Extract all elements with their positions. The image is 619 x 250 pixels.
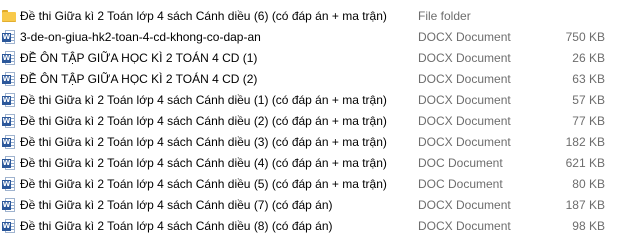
file-name: Đề thi Giữa kì 2 Toán lớp 4 sách Cánh di… [20,9,387,23]
file-size: 182 KB [565,135,605,149]
word-document-icon: W [2,30,16,45]
word-document-icon: W [2,198,16,213]
file-row[interactable]: W ĐỀ ÔN TẬP GIỮA HỌC KÌ 2 TOÁN 4 CD (1) DO… [0,48,619,69]
folder-icon [2,9,16,24]
word-document-icon: W [2,51,16,66]
word-badge: W [2,75,11,84]
word-badge: W [2,138,11,147]
file-row[interactable]: Đề thi Giữa kì 2 Toán lớp 4 sách Cánh di… [0,6,619,27]
word-document-icon: W [2,135,16,150]
file-name: Đề thi Giữa kì 2 Toán lớp 4 sách Cánh di… [20,114,387,128]
file-size: 621 KB [565,156,605,170]
file-row[interactable]: W Đề thi Giữa kì 2 Toán lớp 4 sách Cánh d… [0,216,619,237]
file-type: DOCX Document [418,72,511,86]
word-document-icon: W [2,93,16,108]
word-document-icon: W [2,156,16,171]
file-type: DOCX Document [418,198,511,212]
file-size: 77 KB [572,114,605,128]
file-name: Đề thi Giữa kì 2 Toán lớp 4 sách Cánh di… [20,219,333,233]
file-size: 98 KB [572,219,605,233]
word-badge: W [2,96,11,105]
word-badge: W [2,33,11,42]
word-badge: W [2,159,11,168]
file-size: 57 KB [572,93,605,107]
file-size: 26 KB [572,51,605,65]
file-type: DOCX Document [418,114,511,128]
file-size: 750 KB [565,30,605,44]
word-document-icon: W [2,114,16,129]
word-badge: W [2,180,11,189]
file-name: ĐỀ ÔN TẬP GIỮA HỌC KÌ 2 TOÁN 4 CD (1) [20,51,258,65]
file-name: Đề thi Giữa kì 2 Toán lớp 4 sách Cánh di… [20,135,387,149]
file-row[interactable]: W Đề thi Giữa kì 2 Toán lớp 4 sách Cánh d… [0,153,619,174]
word-badge: W [2,222,11,231]
word-badge: W [2,117,11,126]
file-size: 63 KB [572,72,605,86]
file-list: Đề thi Giữa kì 2 Toán lớp 4 sách Cánh di… [0,0,619,237]
file-size: 187 KB [565,198,605,212]
file-type: DOCX Document [418,51,511,65]
word-badge: W [2,201,11,210]
file-row[interactable]: W Đề thi Giữa kì 2 Toán lớp 4 sách Cánh d… [0,195,619,216]
word-document-icon: W [2,177,16,192]
file-name: Đề thi Giữa kì 2 Toán lớp 4 sách Cánh di… [20,156,387,170]
file-row[interactable]: W Đề thi Giữa kì 2 Toán lớp 4 sách Cánh d… [0,90,619,111]
word-document-icon: W [2,219,16,234]
file-name: 3-de-on-giua-hk2-toan-4-cd-khong-co-dap-… [20,30,261,44]
word-document-icon: W [2,72,16,87]
file-type: DOCX Document [418,30,511,44]
file-type: DOCX Document [418,135,511,149]
file-type: File folder [418,9,471,23]
file-row[interactable]: W Đề thi Giữa kì 2 Toán lớp 4 sách Cánh d… [0,174,619,195]
file-row[interactable]: W Đề thi Giữa kì 2 Toán lớp 4 sách Cánh d… [0,111,619,132]
file-name: Đề thi Giữa kì 2 Toán lớp 4 sách Cánh di… [20,177,387,191]
file-size: 80 KB [572,177,605,191]
word-badge: W [2,54,11,63]
file-row[interactable]: W Đề thi Giữa kì 2 Toán lớp 4 sách Cánh d… [0,132,619,153]
file-type: DOC Document [418,177,503,191]
file-row[interactable]: W 3-de-on-giua-hk2-toan-4-cd-khong-co-dap… [0,27,619,48]
file-type: DOC Document [418,156,503,170]
file-name: Đề thi Giữa kì 2 Toán lớp 4 sách Cánh di… [20,198,333,212]
file-name: Đề thi Giữa kì 2 Toán lớp 4 sách Cánh di… [20,93,387,107]
file-name: ĐỀ ÔN TẬP GIỮA HỌC KÌ 2 TOÁN 4 CD (2) [20,72,258,86]
file-type: DOCX Document [418,219,511,233]
file-type: DOCX Document [418,93,511,107]
file-row[interactable]: W ĐỀ ÔN TẬP GIỮA HỌC KÌ 2 TOÁN 4 CD (2) DO… [0,69,619,90]
